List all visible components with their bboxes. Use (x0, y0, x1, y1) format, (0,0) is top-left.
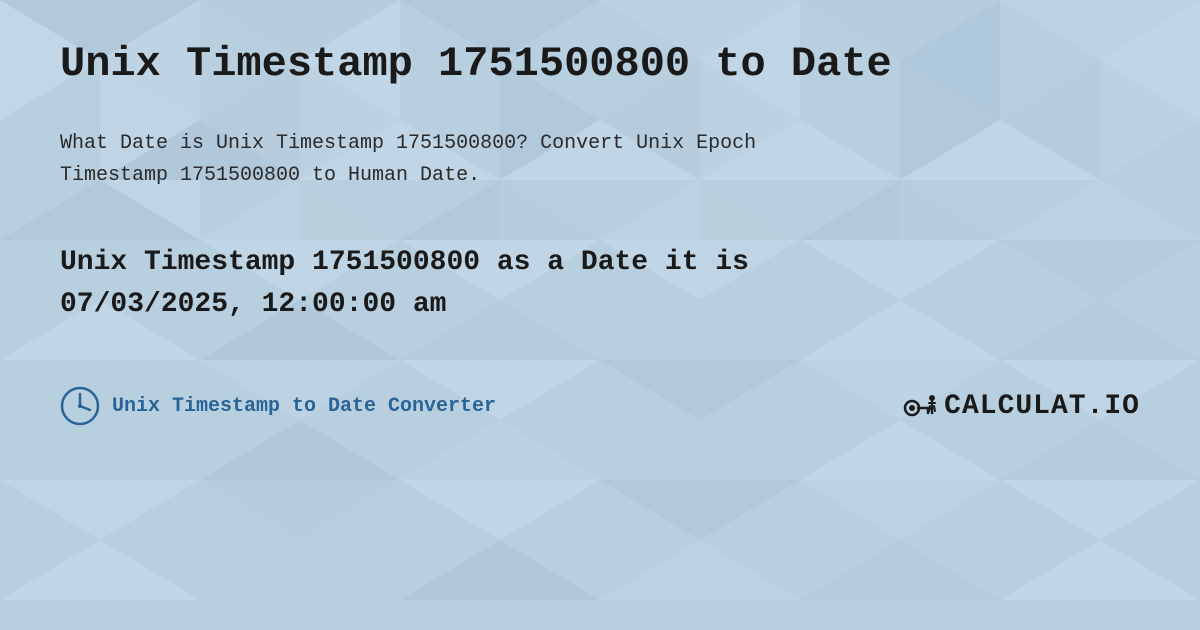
footer-left: Unix Timestamp to Date Converter (60, 386, 496, 426)
description-line1: What Date is Unix Timestamp 1751500800? … (60, 132, 756, 155)
result-line2: 07/03/2025, 12:00:00 am (60, 289, 446, 320)
clock-icon (60, 386, 100, 426)
description-line2: Timestamp 1751500800 to Human Date. (60, 164, 480, 187)
logo-text: CALCULAT.IO (944, 391, 1140, 422)
result-line1: Unix Timestamp 1751500800 as a Date it i… (60, 247, 749, 278)
result-block: Unix Timestamp 1751500800 as a Date it i… (60, 242, 1140, 326)
logo-icon (902, 388, 938, 424)
page-description: What Date is Unix Timestamp 1751500800? … (60, 128, 1140, 192)
footer: Unix Timestamp to Date Converter CALCULA… (60, 386, 1140, 426)
page-title: Unix Timestamp 1751500800 to Date (60, 40, 1140, 88)
logo: CALCULAT.IO (902, 388, 1140, 424)
footer-label: Unix Timestamp to Date Converter (112, 395, 496, 418)
